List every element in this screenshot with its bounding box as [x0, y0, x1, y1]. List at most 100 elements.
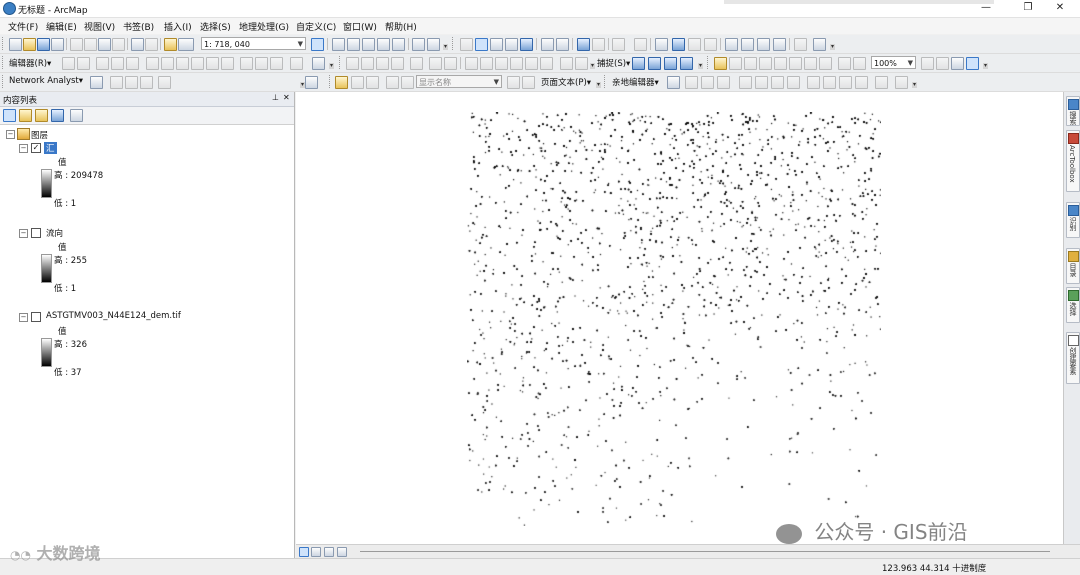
pan-hand-icon[interactable]	[505, 38, 518, 51]
edit-tool-icon[interactable]	[62, 57, 75, 70]
toolbar-overflow-icon[interactable]: ▾	[912, 82, 917, 88]
editor-menu-button[interactable]: 编辑器(R)▾	[9, 57, 51, 69]
dock-tab-arctoolbox[interactable]: ArcToolbox	[1066, 130, 1080, 192]
editing-options-icon[interactable]	[312, 57, 325, 70]
layer-name[interactable]: 流向	[46, 227, 63, 239]
zoom-in-icon[interactable]	[475, 38, 488, 51]
zoom-out-icon[interactable]	[490, 38, 503, 51]
layout-zoom-dropdown[interactable]: 100% ▼	[871, 56, 916, 69]
edit-vertices-icon[interactable]	[161, 57, 174, 70]
new-document-icon[interactable]	[9, 38, 22, 51]
hyperlink-icon[interactable]	[688, 38, 701, 51]
page-text-menu-button[interactable]: 页面文本(P)▾	[541, 76, 591, 88]
solve-icon[interactable]	[140, 76, 153, 89]
list-by-visibility-icon[interactable]	[35, 109, 48, 122]
go-to-xy-icon[interactable]	[757, 38, 770, 51]
toolbar-overflow-icon[interactable]: ▾	[329, 63, 334, 69]
edge-snapping-icon[interactable]	[680, 57, 693, 70]
layout-fixed-zoom-in-icon[interactable]	[804, 57, 817, 70]
draw-tool-12-icon[interactable]	[875, 76, 888, 89]
data-driven-pages-icon[interactable]	[966, 57, 979, 70]
topology-errors-icon[interactable]	[575, 57, 588, 70]
georeferencing-menu-button[interactable]: 亲地编辑器▾	[612, 76, 659, 88]
clear-selection-icon[interactable]	[634, 38, 647, 51]
toolbar-grip[interactable]	[339, 56, 344, 69]
clear-sketch-icon[interactable]	[429, 57, 442, 70]
arctoolbox-icon[interactable]	[377, 38, 390, 51]
time-slider-icon[interactable]	[794, 38, 807, 51]
toc-close-icon[interactable]: ✕	[283, 93, 290, 102]
python-window-icon[interactable]	[392, 38, 405, 51]
draw-tool-10-icon[interactable]	[839, 76, 852, 89]
sketch-properties-icon[interactable]	[255, 57, 268, 70]
toolbar-overflow-icon[interactable]: ▾	[590, 63, 595, 69]
create-features-icon[interactable]	[270, 57, 283, 70]
paste-icon[interactable]	[98, 38, 111, 51]
zoom-100-icon[interactable]	[789, 57, 802, 70]
back-arrow-icon[interactable]	[577, 38, 590, 51]
layer-visibility-checkbox[interactable]: ✓	[31, 143, 41, 153]
first-page-icon[interactable]	[386, 76, 399, 89]
data-view-icon[interactable]	[299, 547, 309, 557]
print-icon[interactable]	[51, 38, 64, 51]
next-page-icon[interactable]	[507, 76, 520, 89]
pin-icon[interactable]: ⊥	[272, 93, 279, 102]
fixed-zoom-out-icon[interactable]	[556, 38, 569, 51]
copy-icon[interactable]	[84, 38, 97, 51]
menu-help[interactable]: 帮助(H)	[385, 20, 417, 33]
georef-link-icon[interactable]	[480, 57, 493, 70]
map-scale-dropdown[interactable]: 1: 718, 040 ▼	[201, 37, 306, 50]
change-layout-icon[interactable]	[951, 57, 964, 70]
create-network-location-icon[interactable]	[110, 76, 123, 89]
ddp-refresh-icon[interactable]	[351, 76, 364, 89]
georef-rotate-icon[interactable]	[495, 57, 508, 70]
layer-expander[interactable]: −	[19, 144, 28, 153]
ddp-export-icon[interactable]	[366, 76, 379, 89]
add-data-icon[interactable]	[164, 38, 177, 51]
find-route-icon[interactable]	[741, 38, 754, 51]
cut-icon[interactable]	[70, 38, 83, 51]
lock-icon[interactable]	[714, 57, 727, 70]
layer-expander[interactable]: −	[19, 313, 28, 322]
full-extent-globe-icon[interactable]	[520, 38, 533, 51]
network-analyst-menu-button[interactable]: Network Analyst▾	[9, 76, 83, 86]
endpoint-snap-icon[interactable]	[391, 57, 404, 70]
split-tool-icon[interactable]	[206, 57, 219, 70]
pause-drawing-icon[interactable]	[337, 547, 347, 557]
table-icon[interactable]	[332, 38, 345, 51]
minimize-button[interactable]: —	[966, 1, 1006, 15]
menu-windows[interactable]: 窗口(W)	[343, 20, 377, 33]
dock-tab-create-features[interactable]: 创建要素	[1066, 332, 1080, 384]
layer-visibility-checkbox[interactable]	[31, 312, 41, 322]
draw-select-icon[interactable]	[305, 76, 318, 89]
end-point-arc-icon[interactable]	[111, 57, 124, 70]
save-icon[interactable]	[37, 38, 50, 51]
end-snapping-icon[interactable]	[648, 57, 661, 70]
georef-shift-icon[interactable]	[510, 57, 523, 70]
layers-expander[interactable]: −	[6, 130, 15, 139]
straight-segment-icon[interactable]	[96, 57, 109, 70]
draw-tool-4-icon[interactable]	[739, 76, 752, 89]
layout-pan-icon[interactable]	[759, 57, 772, 70]
snap-tool-icon[interactable]	[346, 57, 359, 70]
menu-customize[interactable]: 自定义(C)	[296, 20, 336, 33]
zoom-whole-page-icon[interactable]	[774, 57, 787, 70]
layer-expander[interactable]: −	[19, 229, 28, 238]
select-network-location-icon[interactable]	[125, 76, 138, 89]
midpoint-snap-icon[interactable]	[376, 57, 389, 70]
topology-icon[interactable]	[290, 57, 303, 70]
attributes-icon[interactable]	[240, 57, 253, 70]
layer-properties-icon[interactable]	[427, 38, 440, 51]
create-viewer-window-icon[interactable]	[813, 38, 826, 51]
page-name-dropdown[interactable]: 显示名称 ▼	[416, 75, 502, 88]
toc-options-icon[interactable]	[70, 109, 83, 122]
georef-tool-icon[interactable]	[465, 57, 478, 70]
draw-tool-1-icon[interactable]	[685, 76, 698, 89]
layers-root-label[interactable]: 图层	[31, 129, 48, 141]
toolbar-overflow-icon[interactable]: ▾	[830, 44, 835, 50]
close-button[interactable]: ✕	[1040, 1, 1080, 15]
list-by-drawing-order-icon[interactable]	[3, 109, 16, 122]
forward-arrow-icon[interactable]	[592, 38, 605, 51]
network-analyst-window-icon[interactable]	[90, 76, 103, 89]
find-binoculars-icon[interactable]	[725, 38, 738, 51]
